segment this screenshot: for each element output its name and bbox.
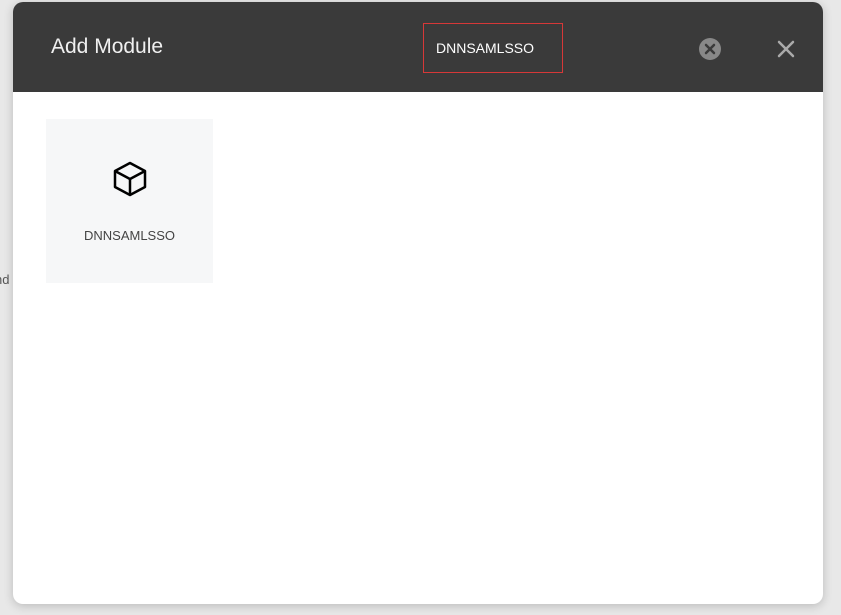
modal-title: Add Module [51,35,163,59]
clear-icon [704,43,716,55]
close-modal-button[interactable] [775,38,797,60]
modal-header: Add Module [13,2,823,92]
cube-icon [110,159,150,204]
add-module-modal: Add Module DNNSAMLSSO [13,2,823,604]
modal-body: DNNSAMLSSO [13,92,823,310]
module-card-dnnsamlsso[interactable]: DNNSAMLSSO [46,119,213,283]
module-search-input[interactable] [423,23,563,73]
background-partial-text: nd [0,272,9,287]
close-icon [777,40,795,58]
clear-search-button[interactable] [699,38,721,60]
module-label: DNNSAMLSSO [84,228,175,243]
